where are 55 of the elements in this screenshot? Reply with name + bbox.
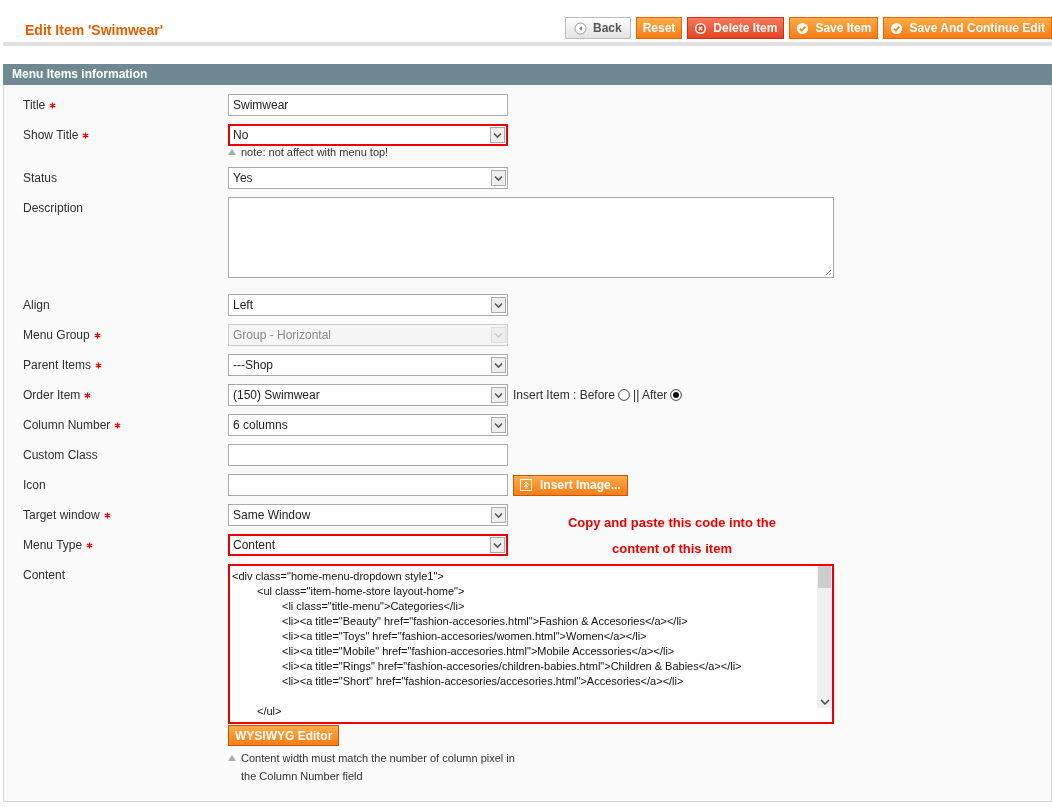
field-label: Status: [23, 171, 58, 185]
field-label: Order Item: [23, 388, 92, 402]
code-editor[interactable]: [228, 564, 834, 724]
back-button[interactable]: Back: [565, 17, 631, 39]
required-icon: [95, 361, 103, 369]
triangle-icon: [228, 755, 236, 761]
field-note: Content width must match the number of column pixel in the Column Number field: [241, 751, 516, 784]
field-label: Menu Type: [23, 538, 94, 552]
page-title: Edit Item 'Swimwear': [25, 22, 164, 38]
field-label: Custom Class: [23, 448, 98, 462]
select-field[interactable]: Same Window: [228, 504, 508, 526]
field-label: Show Title: [23, 128, 90, 142]
arrow-left-icon: [574, 21, 587, 35]
required-icon: [82, 131, 90, 139]
check-circle-icon: [796, 21, 810, 35]
field-label: Menu Group: [23, 328, 101, 342]
required-icon: [93, 331, 101, 339]
text-field[interactable]: [228, 474, 508, 496]
field-note: note: not affect with menu top!: [241, 145, 389, 159]
select-field[interactable]: (150) Swimwear: [228, 384, 508, 406]
field-label: Align: [23, 298, 50, 312]
annotation-text: Copy and paste this code into the content of this item: [567, 514, 777, 558]
required-icon: [103, 511, 111, 519]
field-label: Content: [23, 568, 66, 582]
select-field[interactable]: No: [228, 124, 508, 146]
select-field[interactable]: Yes: [228, 167, 508, 189]
image-icon: [520, 479, 532, 491]
required-icon: [84, 391, 92, 399]
check-circle-icon: [890, 21, 904, 35]
scrollbar-thumb[interactable]: [818, 566, 831, 588]
field-label: Title: [23, 98, 57, 112]
radio-label: || After: [633, 388, 668, 402]
text-field[interactable]: Swimwear: [228, 94, 508, 116]
field-label: Parent Items: [23, 358, 103, 372]
select-field[interactable]: ---Shop: [228, 354, 508, 376]
resize-grip-icon: [824, 268, 832, 276]
close-circle-icon: [694, 21, 708, 35]
select-field[interactable]: Left: [228, 294, 508, 316]
text-field[interactable]: [228, 444, 508, 466]
required-icon: [114, 421, 122, 429]
required-icon: [49, 101, 57, 109]
required-icon: [86, 541, 94, 549]
radio-button[interactable]: [670, 389, 683, 401]
radio-button[interactable]: [618, 389, 631, 401]
field-label: Description: [23, 201, 84, 215]
field-label: Icon: [23, 478, 46, 492]
select-field[interactable]: 6 columns: [228, 414, 508, 436]
radio-label: Insert Item : Before: [513, 388, 616, 402]
select-field[interactable]: Content: [228, 534, 508, 556]
field-label: Target window: [23, 508, 111, 522]
triangle-icon: [228, 149, 236, 155]
code-text: <div class="home-menu-dropdown style1"> <ul class="item-home-store layout-home"> <li class="title-menu">Categories</li> <li><a title="Beauty" href="fashion-accesories.html">Fashion & Accesories</a></li> <li><a title="Toys" href="fashion-accesories/women.html">Women</a></li> <li><a title="Mobile" href="fashion-accesories.html">Mobile Accessories</a></li> <li><a title="Rings" href="fashion-accesories/children-babies.html">Children & Babies</a></li> <li><a title="Short" href="fashion-accesories/accesories.html">Accesories</a></li> </ul>: [231, 569, 743, 719]
section-header: Menu Items information: [3, 64, 1052, 85]
field-label: Column Number: [23, 418, 122, 432]
text-area[interactable]: [228, 197, 834, 278]
